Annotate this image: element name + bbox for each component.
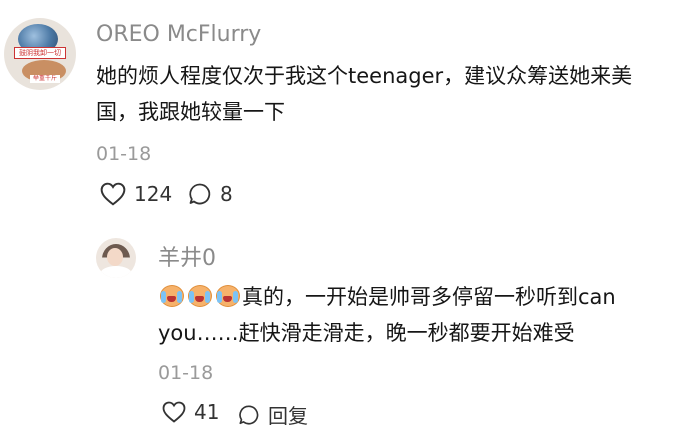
reply-like-count: 41	[194, 400, 220, 424]
avatar-caption-top: 鼓阴我卸一切	[14, 47, 66, 59]
reply-comment: 真的，一开始是帅哥多停留一秒听到can you……赶快滑走滑走，晚一秒都要开始难…	[158, 279, 678, 351]
face-shape	[107, 248, 123, 266]
main-comment-text: 她的烦人程度仅次于我这个teenager，建议众筹送她来美国，我跟她较量一下	[96, 64, 633, 124]
reply-like-button[interactable]: 41	[162, 400, 219, 424]
emoji-group	[158, 283, 240, 307]
avatar-oreo-mcflurry[interactable]: 鼓阴我卸一切 举重千斤	[4, 18, 76, 90]
avatar-reply-user[interactable]	[96, 238, 136, 278]
crying-face-icon	[214, 283, 240, 307]
avatar-caption-bottom: 举重千斤	[30, 75, 60, 83]
crying-face-icon	[158, 283, 184, 307]
main-comment-like-count: 124	[134, 182, 173, 206]
heart-icon	[162, 401, 186, 423]
main-comment-username[interactable]: OREO McFlurry	[96, 22, 261, 47]
clothing-shape	[100, 266, 132, 278]
main-comment-comment-count: 8	[220, 182, 233, 206]
reply-date: 01-18	[158, 362, 214, 384]
main-comment-date: 01-18	[96, 143, 152, 165]
heart-icon	[100, 182, 126, 206]
comment-bubble-icon	[188, 182, 212, 206]
reply-username[interactable]: 羊井0	[158, 240, 216, 272]
reply-reply-button[interactable]: 回复	[238, 400, 308, 429]
reply-label: 回复	[268, 404, 308, 428]
comment-bubble-icon	[238, 404, 260, 426]
main-comment-reply-button[interactable]: 8	[188, 182, 233, 206]
crying-face-icon	[186, 283, 212, 307]
main-comment-like-button[interactable]: 124	[100, 182, 172, 206]
